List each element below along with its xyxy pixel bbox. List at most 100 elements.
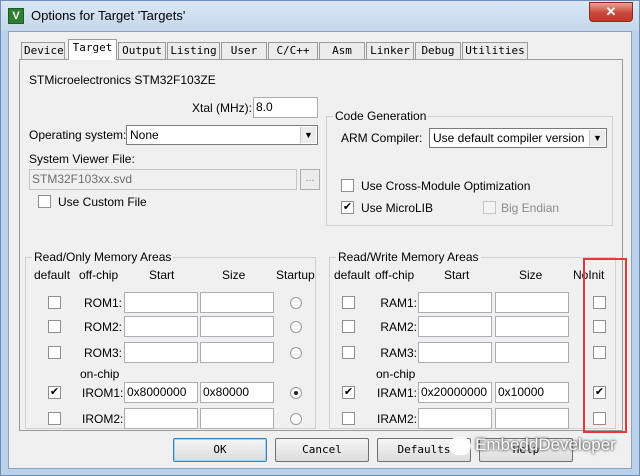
- radio-selected-dot: [294, 391, 298, 395]
- keil-app-icon: V: [8, 8, 24, 24]
- rw-default-checkbox[interactable]: ✔: [342, 386, 355, 399]
- watermark-text: EmbeddDeveloper: [475, 435, 616, 454]
- big-endian-checkbox: [483, 201, 496, 214]
- ro-size-input[interactable]: [200, 316, 274, 337]
- rw-row-label: IRAM1:: [377, 386, 418, 400]
- big-endian-label: Big Endian: [501, 201, 560, 215]
- ro-header-startup: Startup: [276, 268, 315, 282]
- microlib-checkbox[interactable]: ✔: [341, 201, 354, 214]
- svf-browse-button: ...: [300, 169, 320, 190]
- rw-row-label: RAM1:: [380, 296, 417, 310]
- rw-start-input[interactable]: [418, 342, 492, 363]
- rw-default-checkbox[interactable]: [342, 412, 355, 425]
- ro-start-input[interactable]: [124, 342, 198, 363]
- rw-start-input[interactable]: [418, 316, 492, 337]
- rw-start-input[interactable]: [418, 292, 492, 313]
- close-button[interactable]: ✕: [589, 2, 633, 22]
- ro-startup-radio[interactable]: [290, 413, 302, 425]
- compiler-select[interactable]: Use default compiler version ▼: [429, 128, 607, 148]
- rw-header-start: Start: [444, 268, 470, 282]
- ro-default-checkbox[interactable]: ✔: [48, 386, 61, 399]
- os-label: Operating system:: [29, 128, 127, 142]
- ro-startup-radio[interactable]: [290, 297, 302, 309]
- ro-start-input[interactable]: [124, 316, 198, 337]
- os-select[interactable]: None ▼: [126, 125, 318, 145]
- cross-module-checkbox[interactable]: [341, 179, 354, 192]
- ro-memory-title: Read/Only Memory Areas: [32, 250, 174, 264]
- close-icon: ✕: [605, 4, 617, 19]
- ro-default-checkbox[interactable]: [48, 320, 61, 333]
- tab-utilities[interactable]: Utilities: [462, 42, 528, 59]
- ro-start-input[interactable]: [124, 408, 198, 429]
- tab-linker[interactable]: Linker: [366, 42, 414, 59]
- rw-start-input[interactable]: [418, 408, 492, 429]
- rw-header-default: default: [334, 268, 371, 282]
- window-title: Options for Target 'Targets': [31, 8, 186, 23]
- wechat-icon: [449, 437, 471, 455]
- rw-header-size: Size: [519, 268, 543, 282]
- ro-header-offchip: off-chip: [79, 268, 119, 282]
- ro-size-input[interactable]: [200, 408, 274, 429]
- options-dialog: V Options for Target 'Targets' ✕ Device …: [0, 0, 640, 476]
- rw-size-input[interactable]: [495, 342, 569, 363]
- chevron-down-icon: ▼: [300, 127, 316, 143]
- xtal-label: Xtal (MHz):: [192, 101, 252, 115]
- cross-module-label: Use Cross-Module Optimization: [361, 179, 531, 193]
- ro-startup-radio[interactable]: [290, 347, 302, 359]
- ro-default-checkbox[interactable]: [48, 296, 61, 309]
- tab-asm[interactable]: Asm: [319, 42, 365, 59]
- rw-row-label: RAM3:: [380, 346, 417, 360]
- noinit-highlight-box: [583, 258, 627, 433]
- rw-size-input[interactable]: 0x10000: [495, 382, 569, 403]
- ro-start-input[interactable]: [124, 292, 198, 313]
- tab-c-cpp[interactable]: C/C++: [268, 42, 318, 59]
- ro-startup-radio[interactable]: [290, 387, 302, 399]
- tab-debug[interactable]: Debug: [415, 42, 461, 59]
- svf-label: System Viewer File:: [29, 152, 135, 166]
- tab-user[interactable]: User: [221, 42, 267, 59]
- ro-size-input[interactable]: [200, 342, 274, 363]
- rw-size-input[interactable]: [495, 292, 569, 313]
- device-name: STMicroelectronics STM32F103ZE: [29, 73, 216, 87]
- code-generation-title: Code Generation: [333, 109, 429, 123]
- custom-file-checkbox[interactable]: [38, 195, 51, 208]
- os-select-value: None: [130, 128, 159, 142]
- microlib-label: Use MicroLIB: [361, 201, 434, 215]
- ro-startup-radio[interactable]: [290, 321, 302, 333]
- rw-row-label: IRAM2:: [377, 412, 418, 426]
- tab-device[interactable]: Device: [21, 42, 65, 59]
- rw-start-input[interactable]: 0x20000000: [418, 382, 492, 403]
- rw-onchip-label: on-chip: [376, 367, 416, 381]
- ro-header-size: Size: [222, 268, 246, 282]
- custom-file-label: Use Custom File: [58, 195, 147, 209]
- tab-target[interactable]: Target: [68, 39, 117, 60]
- rw-row-label: RAM2:: [380, 320, 417, 334]
- rw-size-input[interactable]: [495, 316, 569, 337]
- rw-header-offchip: off-chip: [375, 268, 415, 282]
- ro-default-checkbox[interactable]: [48, 412, 61, 425]
- compiler-select-value: Use default compiler version: [433, 131, 585, 145]
- rw-default-checkbox[interactable]: [342, 296, 355, 309]
- rw-size-input[interactable]: [495, 408, 569, 429]
- ro-onchip-label: on-chip: [80, 367, 120, 381]
- ro-default-checkbox[interactable]: [48, 346, 61, 359]
- ro-row-label: IROM2:: [82, 412, 124, 426]
- dialog-client-area: Device Target Output Listing User C/C++ …: [8, 31, 632, 469]
- tab-output[interactable]: Output: [118, 42, 166, 59]
- ro-size-input[interactable]: 0x80000: [200, 382, 274, 403]
- rw-default-checkbox[interactable]: [342, 346, 355, 359]
- ro-start-input[interactable]: 0x8000000: [124, 382, 198, 403]
- ro-row-label: IROM1:: [82, 386, 124, 400]
- chevron-down-icon: ▼: [589, 130, 605, 146]
- title-bar[interactable]: V Options for Target 'Targets' ✕: [1, 1, 639, 31]
- ro-size-input[interactable]: [200, 292, 274, 313]
- ro-header-default: default: [34, 268, 71, 282]
- rw-default-checkbox[interactable]: [342, 320, 355, 333]
- cancel-button[interactable]: Cancel: [275, 438, 369, 462]
- ro-row-label: ROM1:: [83, 296, 122, 310]
- tab-listing[interactable]: Listing: [167, 42, 220, 59]
- ro-row-label: ROM3:: [83, 346, 122, 360]
- ro-row-label: ROM2:: [83, 320, 122, 334]
- xtal-input[interactable]: 8.0: [253, 97, 318, 118]
- ok-button[interactable]: OK: [173, 438, 267, 462]
